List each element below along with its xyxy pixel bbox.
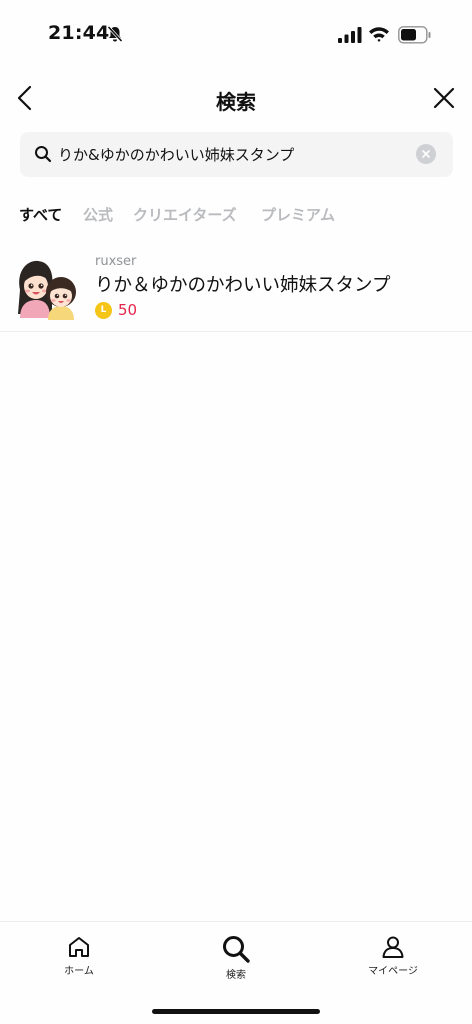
wifi-icon: [369, 27, 389, 42]
battery-icon: [398, 26, 431, 44]
nav-bar: 検索: [0, 72, 472, 124]
home-indicator: [152, 1009, 320, 1014]
tabbar-home-label: ホーム: [64, 966, 94, 977]
tab-official[interactable]: 公式: [83, 204, 113, 225]
close-icon[interactable]: [430, 84, 458, 112]
search-input[interactable]: [58, 132, 418, 177]
result-item[interactable]: ruxser りか＆ゆかのかわいい姉妹スタンプ L 50: [0, 246, 472, 332]
home-icon: [69, 937, 89, 957]
cellular-signal-icon: [338, 27, 362, 43]
person-icon: [382, 936, 404, 958]
filter-tabs: すべて 公式 クリエイターズ プレミアム: [0, 202, 472, 230]
tab-creators[interactable]: クリエイターズ: [133, 204, 237, 225]
tabbar-mypage-label: マイページ: [368, 966, 418, 977]
tab-all[interactable]: すべて: [19, 204, 62, 225]
sticker-title: りか＆ゆかのかわいい姉妹スタンプ: [95, 275, 391, 296]
clear-x-icon: [422, 150, 430, 158]
sticker-author: ruxser: [95, 254, 137, 269]
tabbar-mypage[interactable]: マイページ: [348, 934, 438, 977]
price-value: 50: [118, 301, 138, 319]
tabbar-home[interactable]: ホーム: [34, 934, 124, 977]
status-time: 21:44: [48, 22, 110, 44]
tab-premium[interactable]: プレミアム: [261, 204, 335, 225]
sticker-price: L 50: [95, 300, 137, 320]
tabbar-search-label: 検索: [226, 970, 246, 981]
clear-search-button[interactable]: [416, 144, 436, 164]
search-icon: [35, 146, 52, 163]
page-title: 検索: [216, 90, 256, 114]
status-bar: 21:44: [0, 0, 472, 64]
search-icon: [223, 936, 250, 963]
line-coin-icon: L: [95, 301, 112, 319]
search-box: [20, 132, 453, 177]
sticker-thumbnail: [18, 260, 76, 320]
tabbar-search[interactable]: 検索: [191, 934, 281, 981]
bell-muted-icon: [107, 25, 123, 43]
